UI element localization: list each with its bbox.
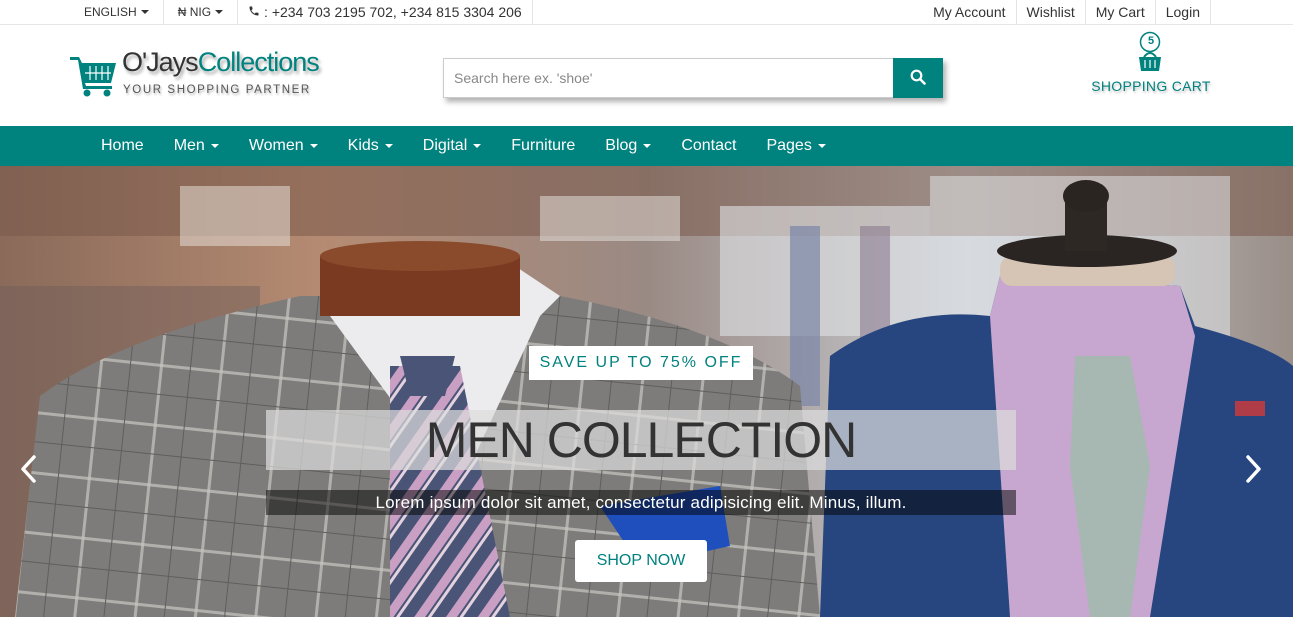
top-bar-left: ENGLISH ₦ NIG : +234 703 2195 702, +234 …: [70, 0, 533, 24]
phone-text: +234 703 2195 702, +234 815 3304 206: [271, 4, 522, 20]
hero-subtext: Lorem ipsum dolor sit amet, consectetur …: [375, 492, 907, 512]
my-account-link[interactable]: My Account: [923, 0, 1017, 24]
nav-item-label: Home: [101, 137, 144, 154]
nav-item-label: Blog: [605, 137, 638, 154]
chevron-down-icon: [817, 144, 826, 148]
search-button[interactable]: [893, 58, 943, 98]
chevron-down-icon: [643, 144, 652, 148]
nav-list: Home Men Women Kids Digital Furniture Bl…: [86, 126, 841, 166]
my-cart-link[interactable]: My Cart: [1086, 0, 1156, 24]
chevron-left-icon: [19, 453, 39, 490]
nav-item-label: Women: [248, 137, 304, 154]
chevron-right-icon: [1243, 453, 1263, 490]
nav-item-label: Pages: [766, 137, 812, 154]
nav-item-label: Digital: [422, 137, 468, 154]
chevron-down-icon: [384, 144, 393, 148]
shopping-cart-button[interactable]: 5 SHOPPING CART: [1088, 31, 1214, 97]
nav-item-women[interactable]: Women: [234, 126, 333, 166]
logo-tagline: YOUR SHOPPING PARTNER: [123, 84, 311, 96]
nav-item-label: Men: [173, 137, 205, 154]
nav-item-pages[interactable]: Pages: [751, 126, 840, 166]
nav-item-blog[interactable]: Blog: [590, 126, 666, 166]
chevron-down-icon: [140, 10, 149, 14]
chevron-down-icon: [210, 144, 219, 148]
search-icon: [910, 69, 926, 88]
nav-item-kids[interactable]: Kids: [333, 126, 408, 166]
search-input[interactable]: [443, 58, 893, 98]
currency-label: ₦ NIG: [177, 5, 212, 19]
currency-select[interactable]: ₦ NIG: [164, 0, 239, 24]
shop-now-button[interactable]: SHOP NOW: [575, 540, 707, 582]
phone-numbers: : +234 703 2195 702, +234 815 3304 206: [238, 0, 533, 24]
site-header: O'JaysCollections YOUR SHOPPING PARTNER …: [0, 25, 1293, 126]
logo-title-main: O'Jays: [122, 47, 199, 77]
nav-item-contact[interactable]: Contact: [666, 126, 751, 166]
nav-item-label: Kids: [347, 137, 379, 154]
hero-headline: MEN COLLECTION: [425, 412, 858, 468]
account-links: My Account Wishlist My Cart Login: [923, 0, 1211, 24]
slider-prev-button[interactable]: [14, 451, 44, 491]
nav-item-furniture[interactable]: Furniture: [496, 126, 590, 166]
language-label: ENGLISH: [84, 5, 137, 19]
promo-badge: SAVE UP TO 75% OFF: [529, 346, 753, 380]
chevron-down-icon: [473, 144, 482, 148]
nav-item-digital[interactable]: Digital: [408, 126, 496, 166]
top-bar: ENGLISH ₦ NIG : +234 703 2195 702, +234 …: [0, 0, 1293, 25]
chevron-down-icon: [215, 10, 224, 14]
slider-next-button[interactable]: [1238, 451, 1268, 491]
nav-item-home[interactable]: Home: [86, 126, 159, 166]
logo-title-accent: Collections: [197, 47, 320, 77]
cart-label: SHOPPING CART: [1091, 78, 1211, 94]
wishlist-link[interactable]: Wishlist: [1017, 0, 1086, 24]
language-select[interactable]: ENGLISH: [70, 0, 164, 24]
phone-icon: [248, 5, 260, 20]
main-nav: Home Men Women Kids Digital Furniture Bl…: [0, 126, 1293, 166]
cart-count-badge: 5: [1147, 35, 1155, 47]
subtext-box: Lorem ipsum dolor sit amet, consectetur …: [266, 490, 1016, 515]
nav-item-label: Contact: [681, 137, 737, 154]
chevron-down-icon: [309, 144, 318, 148]
hero-slider: SAVE UP TO 75% OFF MEN COLLECTION Lorem …: [0, 166, 1293, 617]
nav-item-label: Furniture: [511, 137, 576, 154]
site-logo[interactable]: O'JaysCollections YOUR SHOPPING PARTNER: [70, 47, 370, 107]
logo-title: O'JaysCollections: [122, 47, 320, 78]
login-link[interactable]: Login: [1156, 0, 1211, 24]
nav-item-men[interactable]: Men: [159, 126, 234, 166]
headline-box: MEN COLLECTION: [266, 410, 1016, 470]
search-bar: [443, 58, 943, 98]
phone-icon-colon: :: [264, 4, 272, 20]
shopping-cart-icon: [70, 53, 120, 102]
